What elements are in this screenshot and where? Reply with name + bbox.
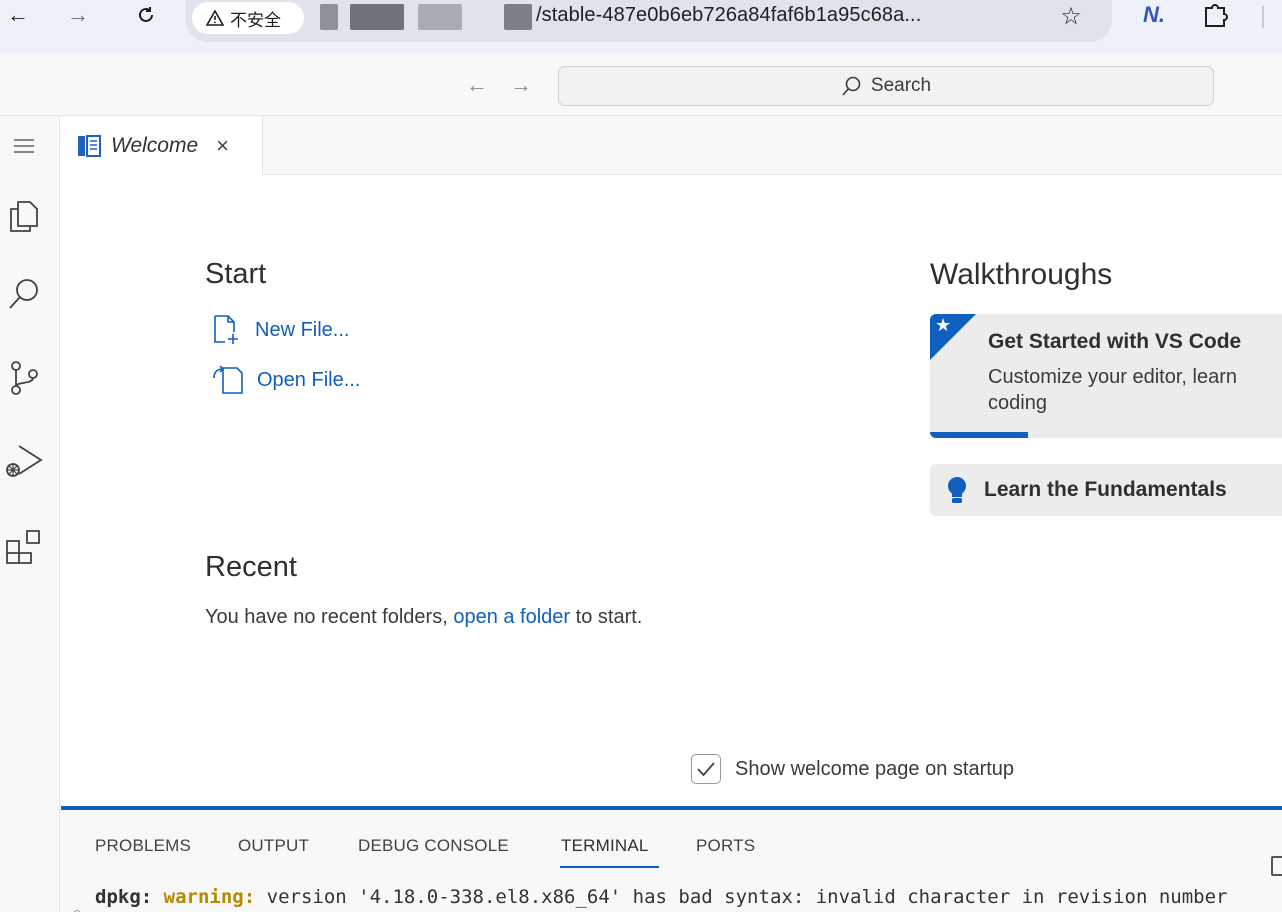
bottom-panel: PROBLEMS OUTPUT DEBUG CONSOLE TERMINAL P… <box>61 806 1282 912</box>
menu-button[interactable] <box>0 120 48 172</box>
show-on-startup-label: Show welcome page on startup <box>735 757 1015 780</box>
panel-tab-bar: PROBLEMS OUTPUT DEBUG CONSOLE TERMINAL P… <box>61 830 1282 876</box>
warning-triangle-icon <box>206 10 224 26</box>
security-indicator[interactable]: 不安全 <box>192 2 304 34</box>
walkthrough-progress-bar <box>930 432 1028 438</box>
vscode-title-bar: ← → Search <box>0 54 1282 116</box>
url-text: /stable-487e0b6eb726a84faf6b1a95c68a... <box>536 4 922 26</box>
browser-reload-button[interactable] <box>132 0 160 30</box>
open-file-label: Open File... <box>257 368 361 391</box>
go-forward-button[interactable]: → <box>510 72 532 98</box>
toolbar-divider <box>1262 6 1264 28</box>
terminal-message: version '4.18.0-338.el8.x86_64' has bad … <box>266 886 1228 908</box>
extensions-button[interactable] <box>0 520 48 572</box>
walkthroughs-heading: Walkthroughs <box>930 258 1113 291</box>
walkthrough-description: Customize your editor, learn coding <box>988 366 1238 414</box>
recent-text-before: You have no recent folders, <box>205 606 448 628</box>
terminal-prefix: dpkg: <box>95 886 153 908</box>
explorer-files-icon <box>10 201 38 232</box>
search-label: Search <box>870 75 932 96</box>
hamburger-menu-icon <box>14 139 34 153</box>
tab-problems[interactable]: PROBLEMS <box>95 836 191 856</box>
walkthrough-card-get-started[interactable]: ★ Get Started with VS Code Customize you… <box>930 314 1282 438</box>
terminal-output-line: dpkg: warning: version '4.18.0-338.el8.x… <box>95 886 1228 908</box>
welcome-page: Start New File... Open File... Recent Yo… <box>61 176 1282 806</box>
tab-output[interactable]: OUTPUT <box>238 836 309 856</box>
open-folder-link[interactable]: open a folder <box>453 606 570 628</box>
new-file-link[interactable]: New File... <box>211 314 349 346</box>
tab-terminal[interactable]: TERMINAL <box>561 836 649 856</box>
maximize-panel-icon[interactable] <box>1271 856 1282 876</box>
source-control-icon <box>11 361 38 395</box>
start-heading: Start <box>205 258 267 290</box>
run-debug-icon <box>6 445 43 477</box>
open-file-link[interactable]: Open File... <box>211 364 360 396</box>
show-on-startup-row: Show welcome page on startup <box>691 754 1014 784</box>
fundamentals-label: Learn the Fundamentals <box>984 478 1227 501</box>
browser-back-button[interactable]: ← <box>4 0 32 30</box>
extension-n-icon[interactable]: N. <box>1143 2 1165 28</box>
editor-tab-bar: Welcome × <box>61 116 1282 175</box>
address-bar[interactable]: 不安全 /stable-487e0b6eb726a84faf6b1a95c68a… <box>186 0 1112 42</box>
extensions-icon <box>6 530 40 564</box>
browser-toolbar: ← → 不安全 /stable-487e0b6eb726a84faf6b1a95… <box>0 0 1282 54</box>
recent-heading: Recent <box>205 551 297 583</box>
reload-icon <box>139 7 153 22</box>
new-file-icon <box>214 315 238 344</box>
source-control-button[interactable] <box>0 352 48 404</box>
go-back-button[interactable]: ← <box>466 72 488 98</box>
redacted-host-block <box>504 4 532 30</box>
walkthrough-card-fundamentals[interactable]: Learn the Fundamentals <box>930 464 1282 516</box>
redacted-host-block <box>418 4 462 30</box>
run-debug-button[interactable] <box>0 434 48 486</box>
recent-empty-message: You have no recent folders, open a folde… <box>205 606 642 629</box>
extensions-puzzle-icon[interactable] <box>1200 0 1230 32</box>
redacted-host-block <box>320 4 338 30</box>
activity-bar <box>0 116 60 912</box>
active-tab-indicator <box>560 866 659 868</box>
tab-welcome[interactable]: Welcome × <box>61 116 263 175</box>
search-icon <box>9 279 38 309</box>
show-on-startup-checkbox[interactable] <box>691 754 721 784</box>
search-view-button[interactable] <box>0 268 48 320</box>
tab-close-button[interactable]: × <box>216 133 229 159</box>
recent-text-after: to start. <box>575 606 643 628</box>
command-center-search[interactable]: Search <box>558 66 1214 106</box>
checkmark-icon <box>697 762 715 777</box>
bookmark-star-button[interactable]: ☆ <box>1056 0 1086 32</box>
browser-forward-button[interactable]: → <box>64 0 92 30</box>
explorer-button[interactable] <box>0 190 48 242</box>
star-icon: ★ <box>935 315 952 335</box>
new-file-label: New File... <box>255 318 350 341</box>
walkthrough-title: Get Started with VS Code <box>988 330 1242 353</box>
terminal-warning: warning: <box>163 886 256 908</box>
lightbulb-icon <box>947 476 967 503</box>
tab-label: Welcome <box>111 133 199 157</box>
welcome-book-icon <box>78 134 101 157</box>
redacted-host-block <box>350 4 404 30</box>
security-label: 不安全 <box>230 10 281 30</box>
search-icon <box>842 76 861 96</box>
open-file-icon <box>213 365 243 394</box>
tab-debug-console[interactable]: DEBUG CONSOLE <box>358 836 509 856</box>
tab-ports[interactable]: PORTS <box>696 836 755 856</box>
